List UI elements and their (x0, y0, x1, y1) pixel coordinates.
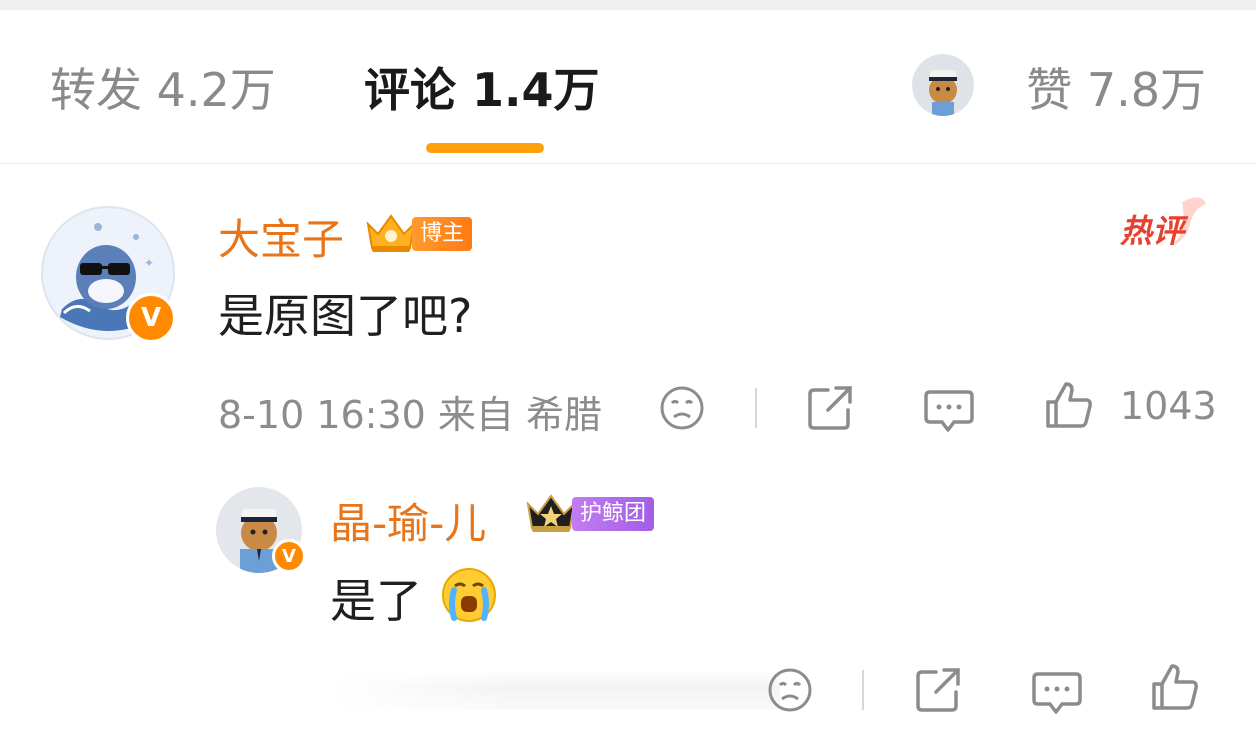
reply-avatar[interactable]: V (216, 487, 306, 573)
verified-badge: V (126, 293, 176, 343)
reply-text: 是了 (330, 565, 422, 631)
crown-icon (366, 214, 416, 252)
reply-icon[interactable] (924, 384, 974, 434)
share-icon[interactable] (806, 384, 854, 432)
crying-emoji-icon (442, 568, 496, 622)
svg-text:✦: ✦ (144, 256, 154, 270)
reply-icon[interactable] (1032, 666, 1082, 716)
fan-club-badge[interactable]: 护鲸团 (524, 492, 655, 536)
guard-tag: 护鲸团 (572, 497, 655, 531)
share-icon[interactable] (914, 666, 962, 714)
comment-username[interactable]: 大宝子 (218, 206, 344, 267)
comment-meta: 8-10 16:30 来自 希腊 (218, 393, 602, 437)
crown-icon (526, 494, 576, 532)
tab-like[interactable]: 赞 7.8万 (1026, 62, 1206, 118)
tab-comment[interactable]: 评论 1.4万 (364, 62, 600, 118)
truncated-meta (330, 670, 780, 710)
dislike-face-icon[interactable] (658, 384, 706, 432)
reply-username[interactable]: 晶-瑜-儿 (330, 490, 486, 551)
dislike-face-icon[interactable] (766, 666, 814, 714)
tab-bar: 转发 4.2万 评论 1.4万 赞 7.8万 (0, 10, 1256, 164)
avatar[interactable]: ✦ V (40, 205, 176, 343)
divider (862, 670, 864, 710)
hot-label: 热评 (1119, 212, 1189, 250)
status-strip (0, 0, 1256, 10)
like-count: 1043 (1120, 384, 1217, 428)
blogger-tag: 博主 (412, 217, 473, 251)
liker-avatar[interactable] (912, 54, 974, 116)
active-tab-indicator (426, 143, 544, 153)
like-icon[interactable] (1150, 662, 1200, 712)
reply-text-content: 是了 (330, 574, 422, 628)
like-icon[interactable] (1044, 380, 1094, 430)
verified-badge: V (272, 539, 306, 573)
comment-text: 是原图了吧? (218, 289, 473, 343)
hot-comment-badge: 热评 (1119, 197, 1206, 250)
divider (755, 388, 757, 428)
tab-repost[interactable]: 转发 4.2万 (50, 62, 276, 118)
user-level-badge[interactable]: 博主 (364, 212, 473, 256)
